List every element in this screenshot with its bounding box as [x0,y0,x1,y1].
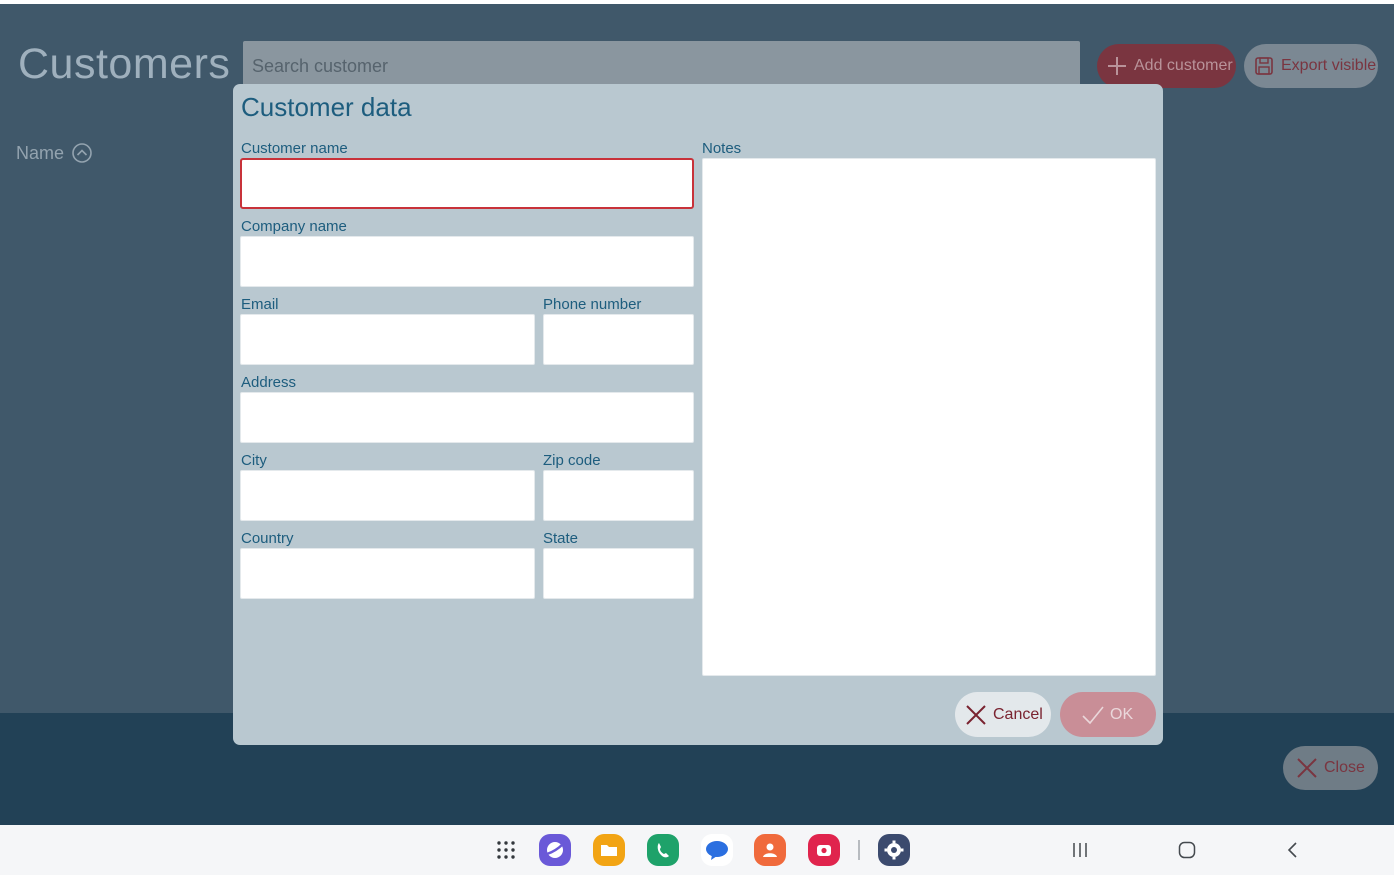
customer-name-input[interactable] [242,160,692,207]
zip-code-field[interactable] [543,470,694,521]
checkmark-icon [1081,703,1105,727]
address-label: Address [241,374,297,391]
notes-textarea[interactable] [703,159,1155,675]
messages-icon[interactable] [701,834,733,866]
country-input[interactable] [241,549,534,598]
sort-ascending-icon[interactable] [71,142,93,164]
email-field[interactable] [240,314,535,365]
phone-number-label: Phone number [543,296,642,313]
company-name-input[interactable] [241,237,693,286]
city-field[interactable] [240,470,535,521]
customer-name-field[interactable] [240,158,694,209]
company-name-field[interactable] [240,236,694,287]
internet-browser-icon[interactable] [539,834,571,866]
notes-label: Notes [702,140,742,157]
customer-name-label: Customer name [241,140,348,157]
address-field[interactable] [240,392,694,443]
phone-number-input[interactable] [544,315,693,364]
phone-number-field[interactable] [543,314,694,365]
back-icon[interactable] [1281,838,1305,862]
close-icon [1295,756,1319,780]
zip-code-input[interactable] [544,471,693,520]
page-title: Customers [18,40,231,88]
add-customer-button[interactable]: Add customer [1097,44,1236,88]
close-button[interactable]: Close [1283,746,1378,790]
export-visible-label: Export visible [1281,57,1377,74]
export-visible-button[interactable]: Export visible [1244,44,1378,88]
add-customer-label: Add customer [1134,57,1233,74]
name-column-header[interactable]: Name [16,142,93,164]
customer-data-dialog: Customer data Customer name Company name… [233,84,1163,745]
contacts-icon[interactable] [754,834,786,866]
ok-button[interactable]: OK [1060,692,1156,737]
state-field[interactable] [543,548,694,599]
screen-recorder-icon[interactable] [808,834,840,866]
email-label: Email [241,296,279,313]
app-root: Customers Add customer Export visible Na… [0,0,1394,875]
home-icon[interactable] [1175,838,1199,862]
email-input[interactable] [241,315,534,364]
save-icon [1252,54,1276,78]
city-input[interactable] [241,471,534,520]
cancel-label: Cancel [993,705,1043,723]
dock-divider [858,840,860,860]
plus-icon [1105,54,1129,78]
state-input[interactable] [544,549,693,598]
country-field[interactable] [240,548,535,599]
my-files-icon[interactable] [593,834,625,866]
city-label: City [241,452,267,469]
ok-label: OK [1110,705,1134,723]
recent-apps-icon[interactable] [1068,838,1092,862]
company-name-label: Company name [241,218,347,235]
name-column-label: Name [16,142,65,163]
address-input[interactable] [241,393,693,442]
dialog-title: Customer data [241,92,412,122]
notes-field[interactable] [702,158,1156,676]
state-label: State [543,530,579,547]
close-label: Close [1324,759,1365,776]
close-icon [964,703,988,727]
settings-icon[interactable] [878,834,910,866]
system-navigation-bar [0,825,1394,875]
zip-code-label: Zip code [543,452,601,469]
apps-grid-icon[interactable] [490,834,522,866]
cancel-button[interactable]: Cancel [955,692,1051,737]
country-label: Country [241,530,294,547]
phone-icon[interactable] [647,834,679,866]
